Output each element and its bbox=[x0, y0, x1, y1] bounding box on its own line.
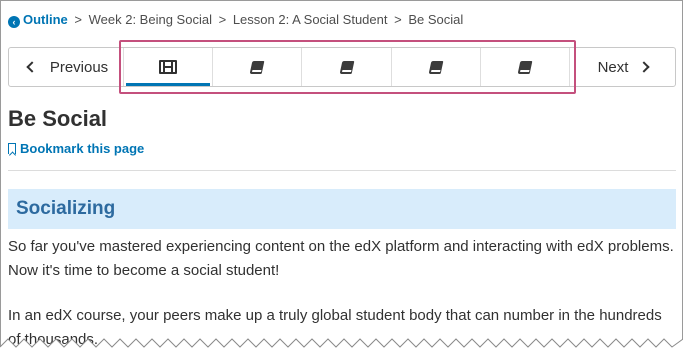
tab-text-4[interactable] bbox=[479, 48, 571, 86]
tab-text-3[interactable] bbox=[390, 48, 480, 86]
tab-video[interactable] bbox=[123, 48, 212, 86]
video-icon bbox=[159, 60, 178, 74]
page-title: Be Social bbox=[8, 106, 108, 131]
breadcrumb-item-lesson: Lesson 2: A Social Student bbox=[232, 12, 388, 27]
sequence-tabs bbox=[123, 48, 571, 86]
book-icon bbox=[428, 60, 444, 74]
torn-edge bbox=[0, 338, 683, 357]
previous-label: Previous bbox=[49, 58, 109, 76]
tab-text-2[interactable] bbox=[301, 48, 390, 86]
outline-link[interactable]: ‹ Outline bbox=[8, 12, 71, 28]
sequence-navigation: Previous Next bbox=[8, 47, 676, 87]
paragraph: So far you've mastered experiencing cont… bbox=[8, 238, 674, 279]
outline-link-label: Outline bbox=[23, 12, 68, 27]
divider bbox=[8, 170, 676, 171]
bookmark-icon bbox=[8, 143, 16, 154]
book-icon bbox=[249, 60, 265, 74]
next-button[interactable]: Next bbox=[571, 48, 675, 86]
book-icon bbox=[339, 60, 354, 74]
tab-text-1[interactable] bbox=[212, 48, 301, 86]
bookmark-button[interactable]: Bookmark this page bbox=[8, 141, 144, 156]
breadcrumb-item-week: Week 2: Being Social bbox=[88, 12, 212, 27]
back-circle-icon: ‹ bbox=[8, 16, 20, 28]
bookmark-label: Bookmark this page bbox=[20, 141, 145, 156]
breadcrumb-separator: > bbox=[74, 12, 82, 27]
previous-button[interactable]: Previous bbox=[9, 48, 121, 86]
breadcrumb-item-current: Be Social bbox=[408, 12, 464, 27]
breadcrumb: ‹ Outline > Week 2: Being Social > Lesson… bbox=[8, 12, 463, 28]
next-label: Next bbox=[597, 58, 629, 76]
breadcrumb-separator: > bbox=[394, 12, 402, 27]
chevron-left-icon bbox=[26, 61, 38, 73]
book-icon bbox=[517, 60, 533, 74]
section-heading: Socializing bbox=[16, 198, 116, 219]
section-heading-band: Socializing bbox=[8, 189, 676, 229]
chevron-right-icon bbox=[638, 61, 651, 73]
breadcrumb-separator: > bbox=[218, 12, 227, 27]
